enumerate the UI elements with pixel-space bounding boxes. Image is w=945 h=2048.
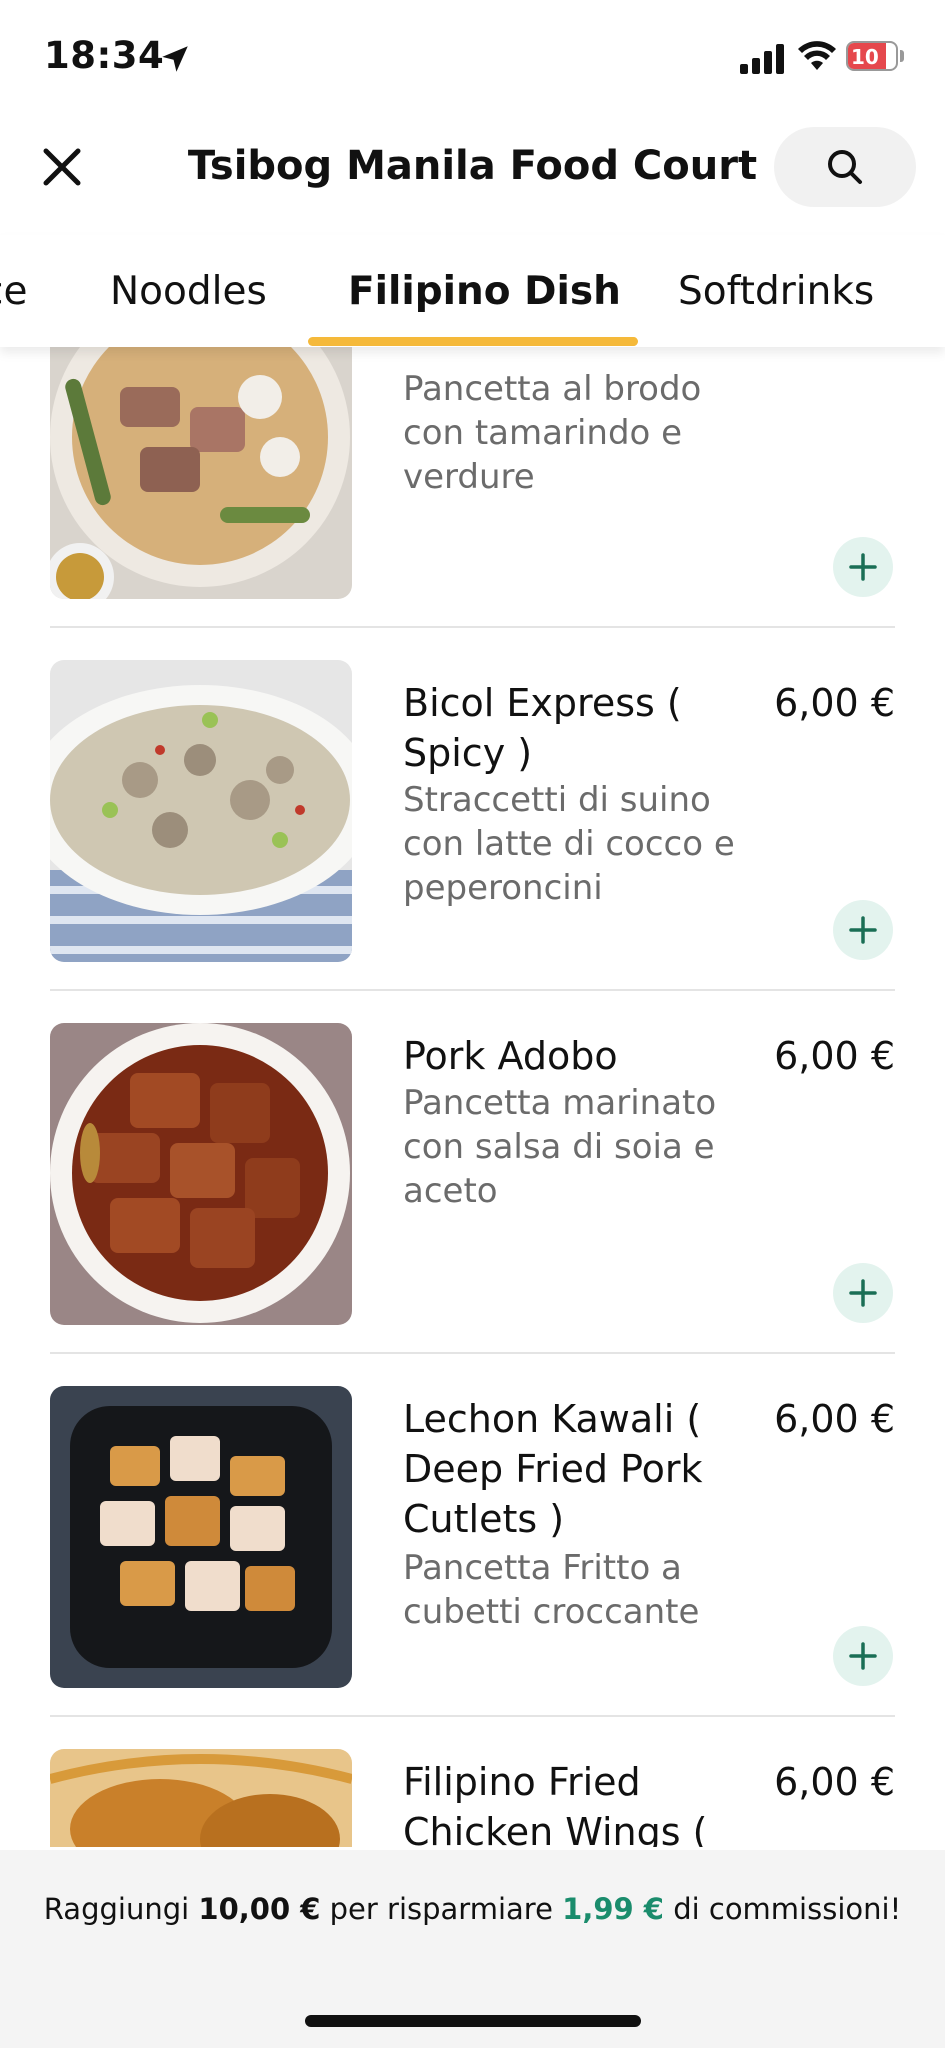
tab-partial[interactable]: ce	[0, 269, 27, 314]
tab-filipino-dish[interactable]: Filipino Dish	[348, 269, 621, 314]
battery-level-text: 10	[851, 45, 879, 69]
close-icon[interactable]	[38, 143, 86, 191]
add-button[interactable]	[833, 537, 893, 597]
dish-price: 6,00 €	[774, 1034, 895, 1078]
tab-softdrinks[interactable]: Softdrinks	[678, 269, 874, 314]
tab-noodles[interactable]: Noodles	[110, 269, 267, 314]
dish-price: 6,00 €	[774, 1397, 895, 1441]
dish-image-bicol-express	[50, 660, 352, 962]
category-tabs: ce Noodles Filipino Dish Softdrinks	[0, 235, 945, 347]
plus-icon	[849, 1642, 877, 1670]
add-button[interactable]	[833, 1263, 893, 1323]
menu-list: Pancetta al brodo con tamarindo e verdur…	[0, 347, 945, 1847]
dish-price: 6,00 €	[774, 681, 895, 725]
plus-icon	[849, 916, 877, 944]
dish-name: Filipino Fried Chicken Wings ( 4	[403, 1760, 708, 1847]
promo-message: Raggiungi 10,00 € per risparmiare 1,99 €…	[0, 1892, 945, 1926]
search-button[interactable]	[774, 127, 916, 207]
dish-image-fried-chicken-wings	[50, 1749, 352, 1847]
add-button[interactable]	[833, 900, 893, 960]
battery-icon: 10	[846, 41, 906, 73]
item-divider	[50, 1715, 895, 1717]
item-divider	[50, 626, 895, 628]
promo-prefix: Raggiungi	[43, 1892, 190, 1926]
home-indicator	[305, 2015, 641, 2027]
search-icon	[828, 150, 862, 184]
promo-middle: per risparmiare	[329, 1892, 553, 1926]
dish-description: Pancetta marinato con salsa di soia e ac…	[403, 1083, 717, 1211]
promo-savings: 1,99 €	[562, 1892, 664, 1926]
plus-icon	[849, 1279, 877, 1307]
dish-image-sinigang	[50, 347, 352, 599]
dish-description: Pancetta al brodo con tamarindo e verdur…	[403, 369, 702, 497]
promo-amount: 10,00 €	[198, 1892, 321, 1926]
dish-image-pork-adobo	[50, 1023, 352, 1325]
active-tab-indicator	[308, 337, 638, 346]
dish-name: Bicol Express ( Spicy )	[403, 681, 682, 775]
dish-description: Straccetti di suino con latte di cocco e…	[403, 780, 735, 908]
promo-suffix: di commissioni!	[673, 1892, 902, 1926]
location-arrow-icon	[162, 46, 188, 72]
promo-bar: Raggiungi 10,00 € per risparmiare 1,99 €…	[0, 1850, 945, 2048]
item-divider	[50, 989, 895, 991]
header: Tsibog Manila Food Court	[0, 115, 945, 215]
status-time: 18:34	[44, 34, 165, 77]
dish-description: Pancetta Fritto a cubetti croccante	[403, 1548, 700, 1632]
dish-image-lechon-kawali	[50, 1386, 352, 1688]
dish-price: 6,00 €	[774, 1760, 895, 1804]
item-divider	[50, 1352, 895, 1354]
store-title: Tsibog Manila Food Court	[187, 143, 758, 189]
wifi-icon	[798, 41, 836, 70]
status-bar: 18:34 10	[0, 0, 945, 115]
cellular-signal-icon	[740, 44, 784, 74]
dish-name: Lechon Kawali ( Deep Fried Pork Cutlets …	[403, 1397, 703, 1541]
add-button[interactable]	[833, 1626, 893, 1686]
dish-name: Pork Adobo	[403, 1034, 618, 1078]
plus-icon	[849, 553, 877, 581]
